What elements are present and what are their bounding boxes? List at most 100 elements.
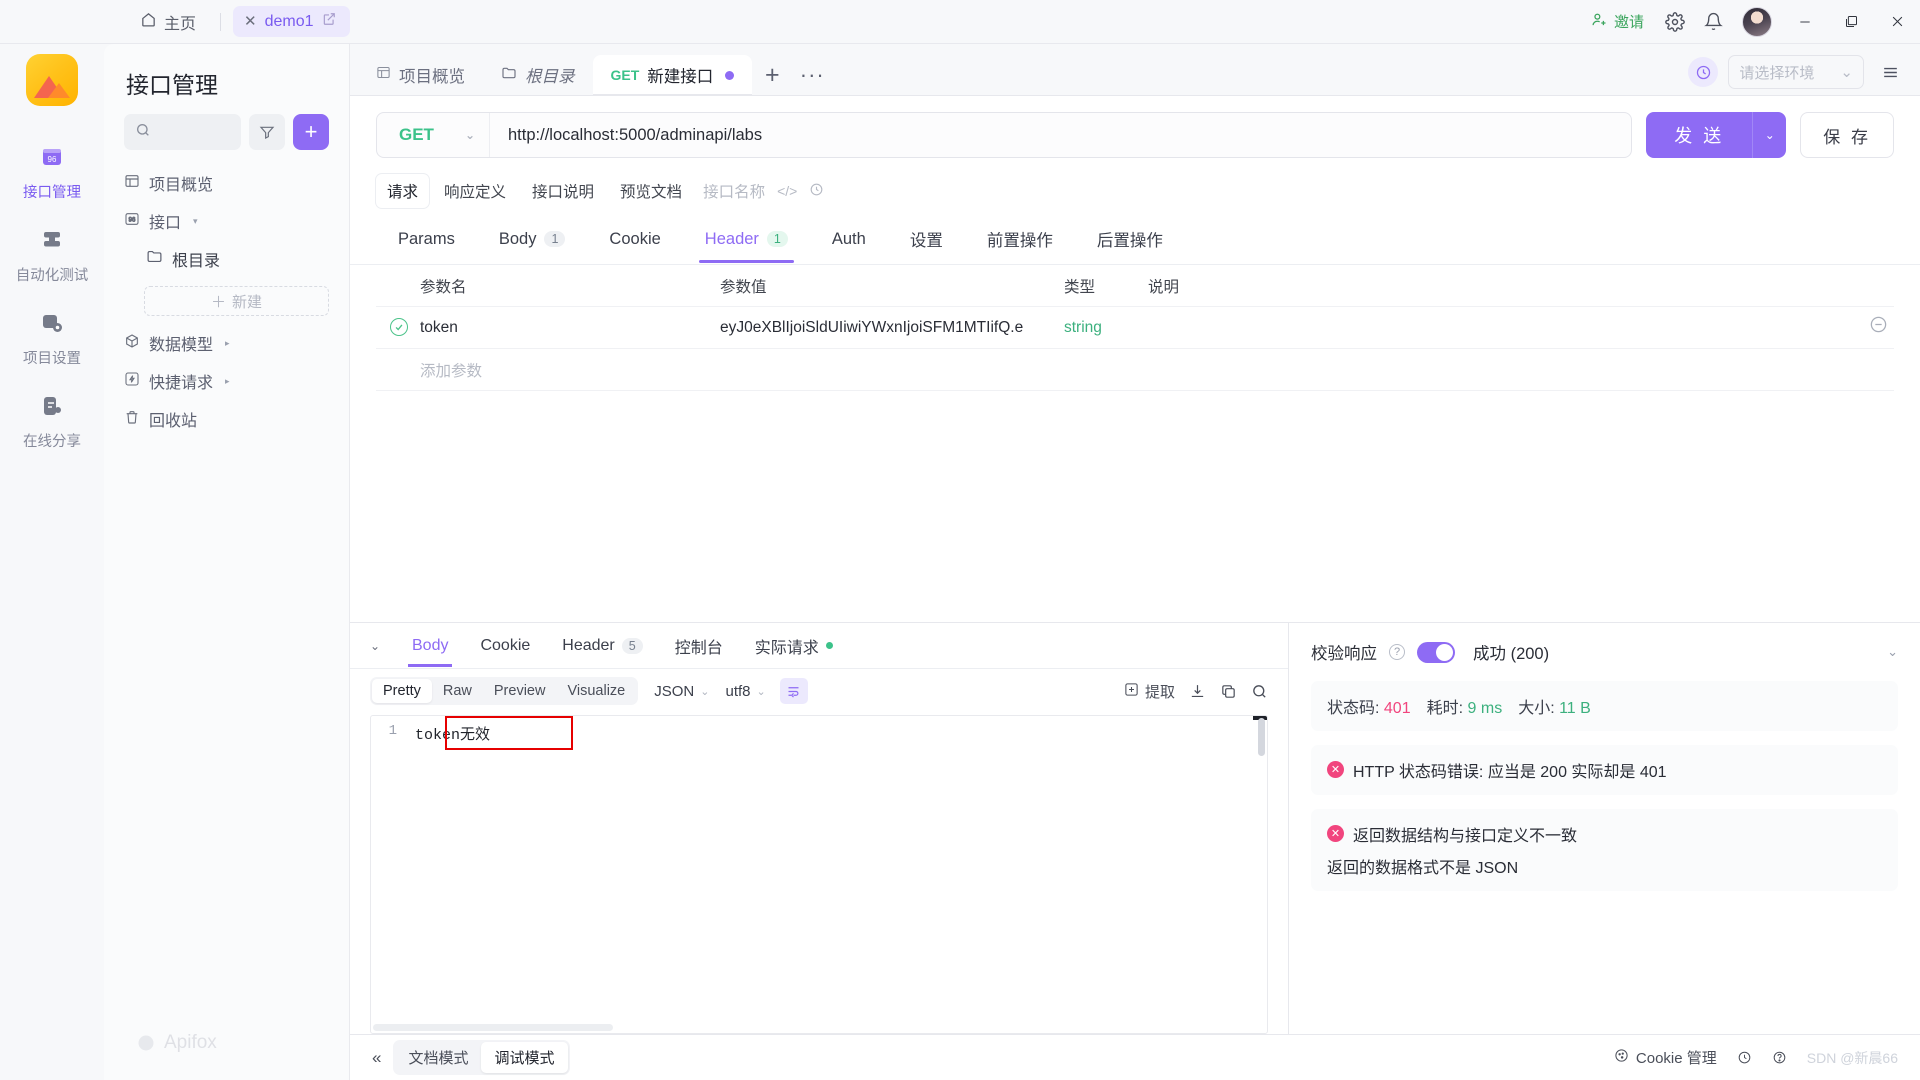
search-icon[interactable]: [1251, 683, 1268, 700]
chevron-right-icon[interactable]: ▸: [225, 376, 230, 387]
tab-cookie[interactable]: Cookie: [587, 221, 682, 262]
svg-text:96: 96: [48, 155, 57, 164]
mode-doc[interactable]: 文档模式: [395, 1042, 481, 1073]
sidebar-item-api[interactable]: 96 接口 ▾: [104, 202, 349, 240]
extract-button[interactable]: 提取: [1124, 681, 1175, 702]
chevron-down-icon[interactable]: ⌄: [1887, 644, 1898, 660]
validation-title: 校验响应: [1311, 645, 1377, 663]
response-tab-cookie[interactable]: Cookie: [464, 625, 546, 667]
code-icon[interactable]: </>: [777, 183, 797, 199]
row-param-type[interactable]: string: [1064, 319, 1148, 337]
response-tab-body[interactable]: Body: [396, 625, 464, 667]
tab-auth[interactable]: Auth: [810, 221, 888, 262]
add-tab-button[interactable]: +: [752, 55, 792, 95]
rail-item-automation-test[interactable]: 自动化测试: [0, 215, 104, 298]
api-name-field[interactable]: 接口名称: [703, 180, 765, 202]
view-mode-preview[interactable]: Preview: [483, 679, 557, 703]
cookie-manager-button[interactable]: Cookie 管理: [1614, 1047, 1717, 1068]
chevron-down-icon[interactable]: ▾: [193, 216, 198, 227]
sidebar-item-data-model[interactable]: 数据模型 ▸: [104, 324, 349, 362]
response-tab-actual-request[interactable]: 实际请求: [739, 622, 849, 670]
url-input[interactable]: [489, 113, 1632, 157]
environment-selector[interactable]: 请选择环境 ⌄: [1728, 55, 1864, 89]
rail-item-online-share[interactable]: 在线分享: [0, 381, 104, 464]
filter-icon[interactable]: [249, 114, 285, 150]
format-selector[interactable]: JSON ⌄: [654, 683, 709, 700]
tab-label: 设置: [909, 232, 943, 250]
external-link-icon[interactable]: [322, 12, 336, 31]
remove-row-icon[interactable]: [1869, 315, 1888, 340]
home-tab[interactable]: 主页: [128, 5, 208, 39]
sidebar-item-recycle-bin[interactable]: 回收站: [104, 400, 349, 438]
tab-body[interactable]: Body 1: [477, 221, 588, 262]
doc-tab-api-description[interactable]: 接口说明: [521, 174, 605, 208]
tab-root-folder[interactable]: 根目录: [483, 55, 593, 95]
row-param-value[interactable]: eyJ0eXBlIjoiSldUIiwiYWxnIjoiSFM1MTIifQ.e: [720, 319, 1064, 337]
view-mode-raw[interactable]: Raw: [432, 679, 483, 703]
add-parameter-placeholder[interactable]: 添加参数: [420, 359, 720, 381]
collapse-response-icon[interactable]: ⌄: [370, 639, 396, 653]
save-button[interactable]: 保 存: [1800, 112, 1894, 158]
download-icon[interactable]: [1189, 683, 1206, 700]
invite-button[interactable]: 邀请: [1579, 11, 1656, 32]
tab-new-api[interactable]: GET 新建接口: [592, 55, 753, 95]
doc-tab-response-definition[interactable]: 响应定义: [433, 174, 517, 208]
add-api-button[interactable]: +: [293, 114, 329, 150]
response-tab-header[interactable]: Header 5: [546, 625, 658, 667]
method-selector[interactable]: GET ⌄: [377, 125, 489, 145]
close-icon[interactable]: ✕: [244, 14, 257, 29]
table-row[interactable]: token eyJ0eXBlIjoiSldUIiwiYWxnIjoiSFM1MT…: [376, 307, 1894, 349]
editor-vertical-scrollbar[interactable]: [1253, 716, 1267, 1019]
wrap-lines-icon[interactable]: [779, 678, 808, 704]
response-body-editor[interactable]: 1 token无效: [370, 715, 1268, 1034]
history-icon[interactable]: [1688, 57, 1719, 87]
add-parameter-row[interactable]: 添加参数: [376, 349, 1894, 391]
view-mode-visualize[interactable]: Visualize: [556, 679, 636, 703]
window-minimize-button[interactable]: [1782, 0, 1828, 44]
send-options-button[interactable]: ⌄: [1752, 112, 1787, 158]
tab-post-operation[interactable]: 后置操作: [1075, 218, 1185, 264]
tab-settings[interactable]: 设置: [888, 218, 965, 264]
sidebar-item-root-folder[interactable]: 根目录: [104, 240, 349, 278]
row-enabled-checkbox[interactable]: [376, 318, 420, 337]
doc-tab-preview-doc[interactable]: 预览文档: [609, 174, 693, 208]
window-close-button[interactable]: [1874, 0, 1920, 44]
menu-icon[interactable]: [1874, 56, 1906, 88]
project-tab-demo1[interactable]: ✕ demo1: [233, 6, 350, 37]
response-tab-console[interactable]: 控制台: [659, 622, 739, 670]
avatar[interactable]: [1742, 6, 1772, 37]
row-param-name[interactable]: token: [420, 319, 720, 337]
search-input[interactable]: [124, 114, 241, 150]
window-maximize-button[interactable]: [1828, 0, 1874, 44]
mode-debug[interactable]: 调试模式: [481, 1042, 568, 1073]
tab-params[interactable]: Params: [376, 221, 477, 262]
bell-icon[interactable]: [1694, 0, 1732, 43]
question-icon[interactable]: ?: [1389, 644, 1405, 660]
rail-item-api-management[interactable]: 96 接口管理: [0, 132, 104, 215]
tab-label: 根目录: [525, 68, 575, 86]
collapse-sidebar-icon[interactable]: «: [372, 1048, 381, 1068]
copy-icon[interactable]: [1220, 683, 1237, 700]
gear-icon[interactable]: [1656, 0, 1694, 43]
send-button[interactable]: 发 送: [1646, 112, 1753, 158]
clock-icon[interactable]: [1737, 1050, 1752, 1065]
clock-icon[interactable]: [809, 182, 824, 200]
code-content[interactable]: token无效: [405, 716, 1267, 1033]
tab-project-overview[interactable]: 项目概览: [358, 55, 483, 95]
sidebar-item-project-overview[interactable]: 项目概览: [104, 164, 349, 202]
view-mode-pretty[interactable]: Pretty: [372, 679, 432, 703]
doc-tab-request[interactable]: 请求: [376, 174, 430, 208]
validation-toggle[interactable]: [1417, 641, 1455, 663]
tab-label: Cookie: [480, 636, 531, 654]
help-icon[interactable]: [1772, 1050, 1787, 1065]
sidebar-item-quick-request[interactable]: 快捷请求 ▸: [104, 362, 349, 400]
chevron-right-icon[interactable]: ▸: [225, 338, 230, 349]
tab-pre-operation[interactable]: 前置操作: [965, 218, 1075, 264]
tab-header[interactable]: Header 1: [683, 221, 810, 263]
rail-item-project-settings[interactable]: 项目设置: [0, 298, 104, 381]
search-icon: [135, 122, 151, 143]
encoding-selector[interactable]: utf8 ⌄: [725, 683, 765, 700]
editor-horizontal-scrollbar[interactable]: [371, 1019, 1253, 1033]
new-item-button[interactable]: ＋ 新建: [144, 286, 329, 316]
more-tabs-button[interactable]: ···: [792, 55, 832, 95]
